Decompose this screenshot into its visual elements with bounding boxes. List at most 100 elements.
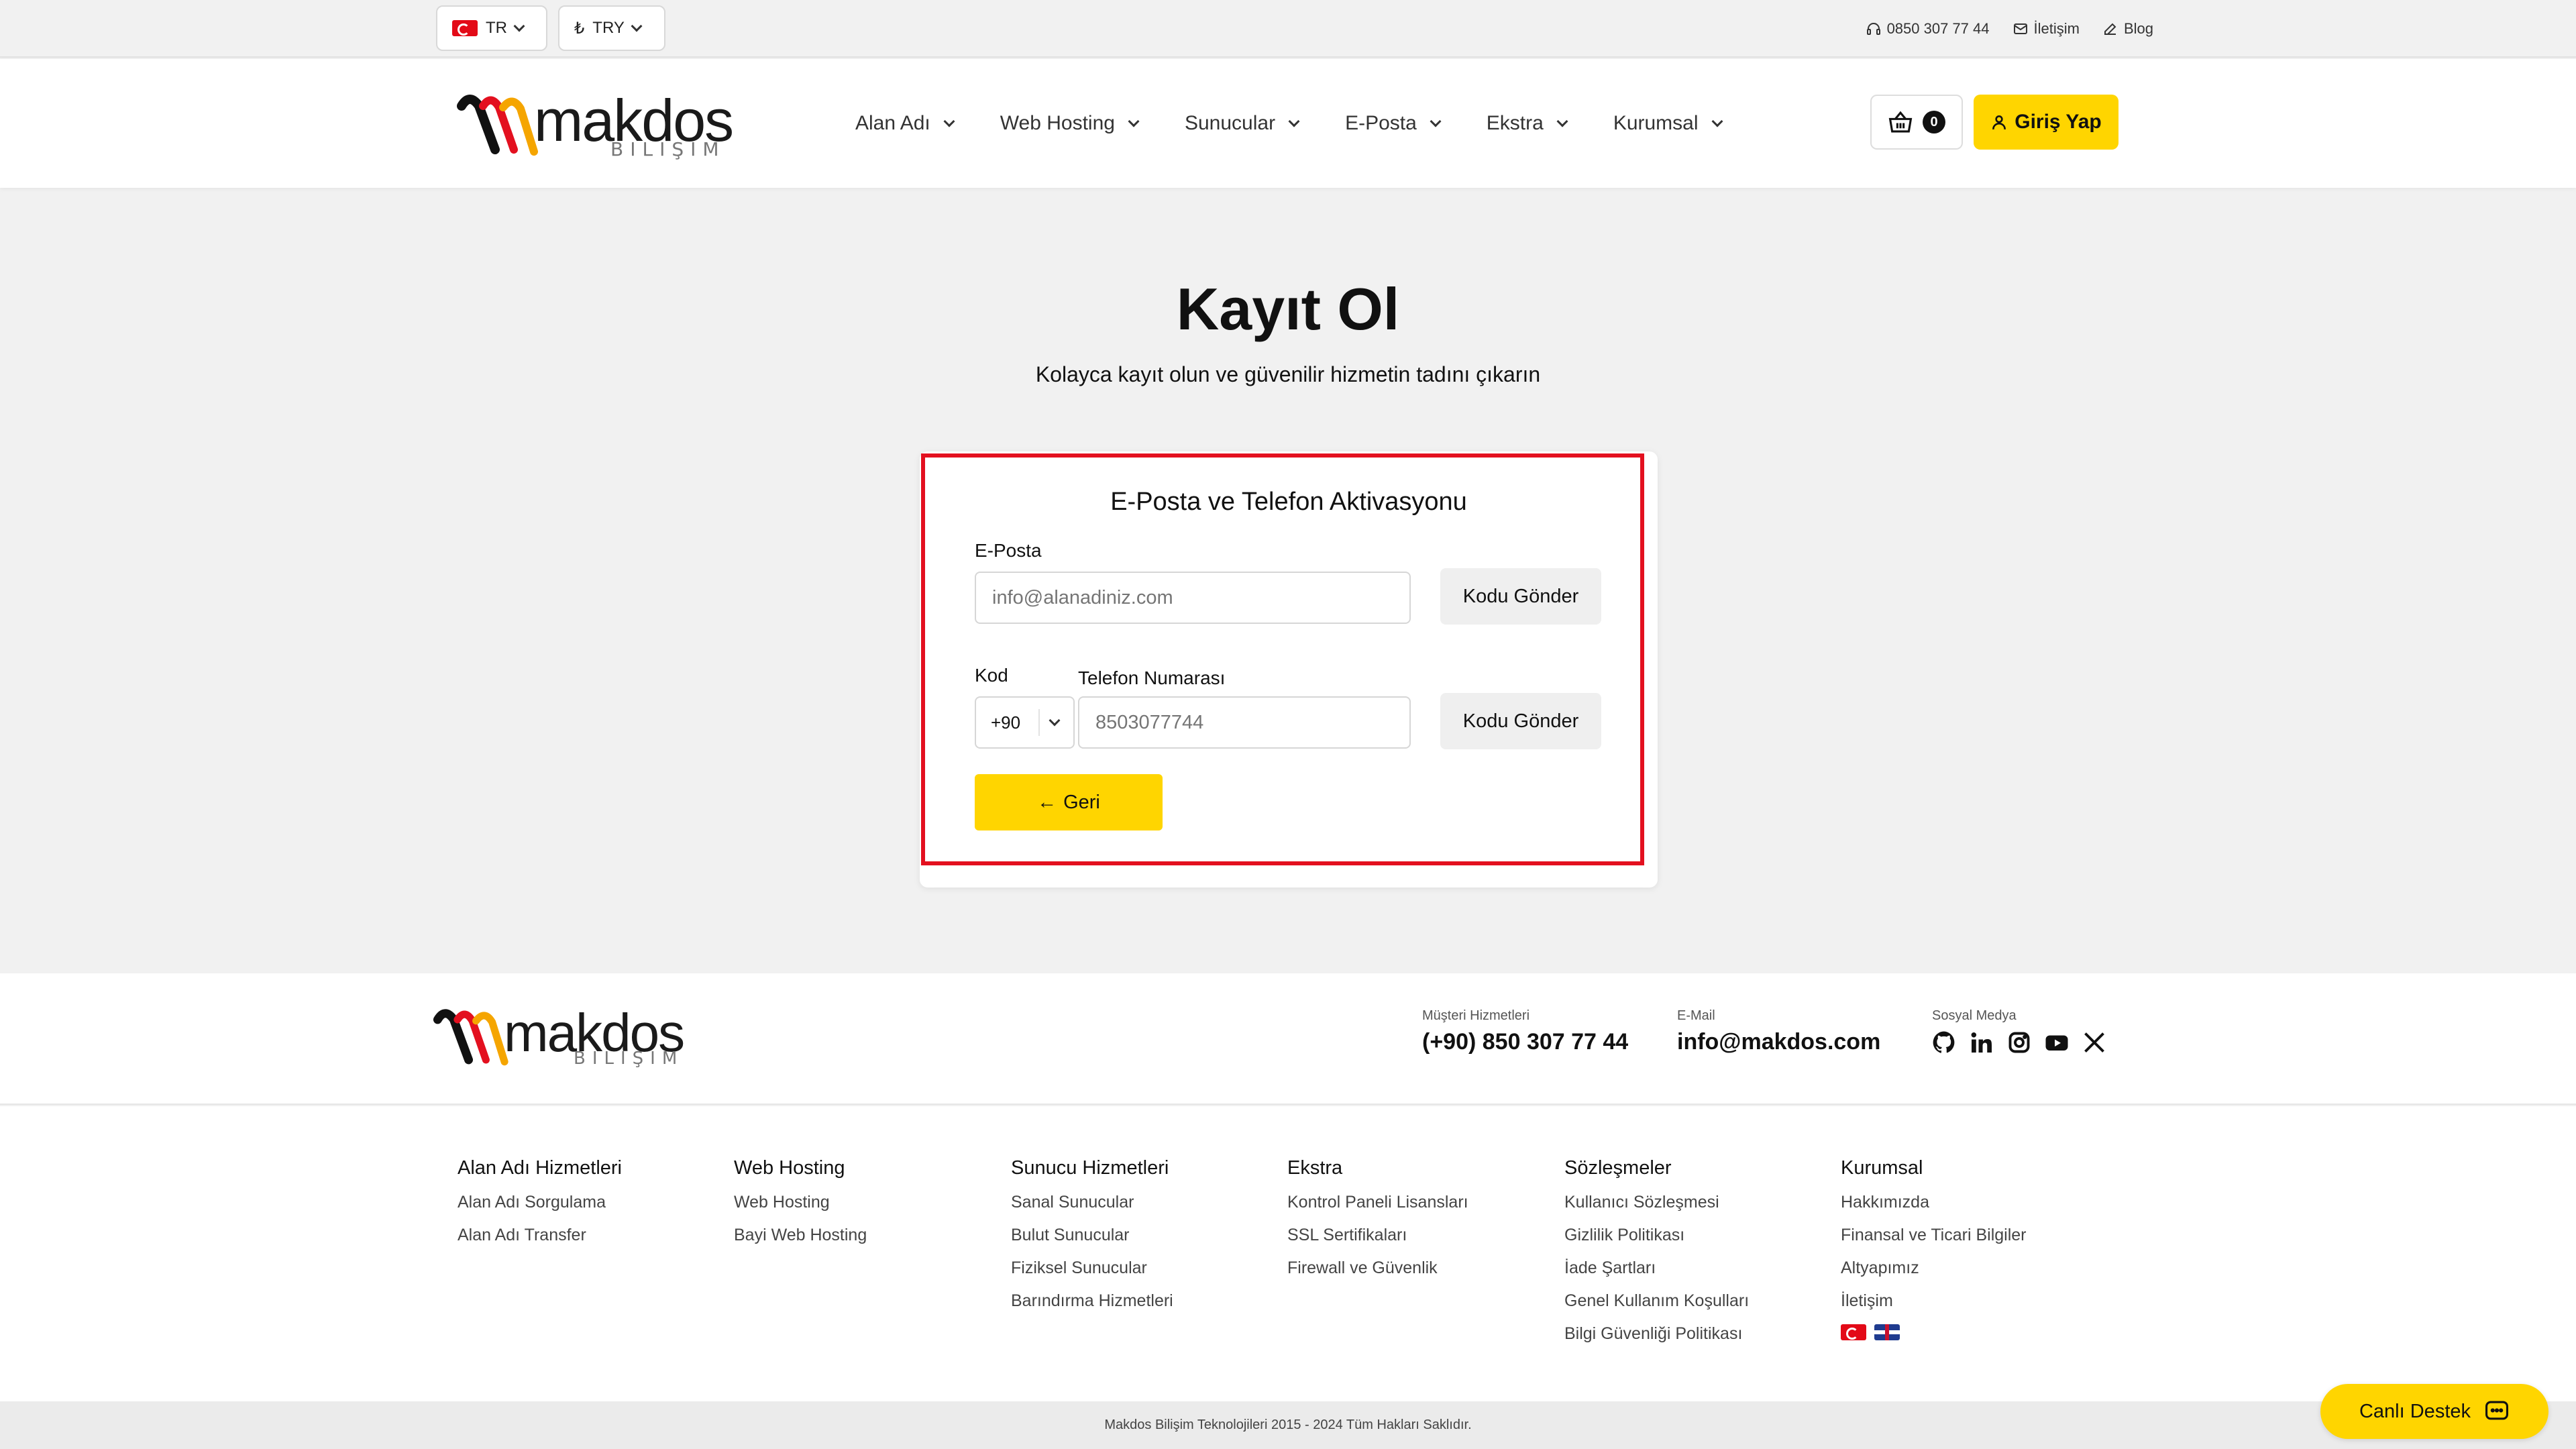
footer-link[interactable]: Genel Kullanım Koşulları (1564, 1291, 1749, 1311)
chevron-down-icon (631, 20, 643, 32)
email-label: E-Posta (975, 540, 1042, 561)
brand-sub: BILIŞIM (610, 138, 726, 160)
login-button[interactable]: Giriş Yap (1974, 95, 2118, 150)
phone-link[interactable]: 0850 307 77 44 (1866, 20, 1990, 38)
live-support-button[interactable]: Canlı Destek (2320, 1384, 2548, 1439)
makdos-logo-mark-icon (457, 95, 538, 156)
nav-label: E-Posta (1345, 112, 1417, 134)
footer-link[interactable]: Alan Adı Transfer (458, 1226, 622, 1245)
uk-flag-icon[interactable] (1874, 1324, 1900, 1340)
nav-item-web-hosting[interactable]: Web Hosting (1000, 112, 1140, 135)
footer-link[interactable]: Bilgi Güvenliği Politikası (1564, 1324, 1749, 1344)
linkedin-icon[interactable] (1970, 1030, 1994, 1055)
x-twitter-icon[interactable] (2082, 1030, 2106, 1055)
turkey-flag-icon (452, 20, 478, 36)
nav-item-email[interactable]: E-Posta (1345, 112, 1442, 135)
main-navbar: makdos BILIŞIM Alan Adı Web Hosting Sunu… (0, 59, 2576, 188)
footer-link[interactable]: Gizlilik Politikası (1564, 1226, 1749, 1245)
footer-link[interactable]: Kullanıcı Sözleşmesi (1564, 1193, 1749, 1212)
turkey-flag-icon[interactable] (1841, 1324, 1866, 1340)
country-code-select[interactable]: +90 (975, 696, 1075, 749)
footer-link[interactable]: Finansal ve Ticari Bilgiler (1841, 1226, 2027, 1245)
footer-col-title: Sunucu Hizmetleri (1011, 1157, 1169, 1179)
language-selector[interactable]: TR (436, 5, 547, 51)
footer-link[interactable]: Fiziksel Sunucular (1011, 1258, 1173, 1278)
nav-item-servers[interactable]: Sunucular (1184, 112, 1300, 135)
footer-col-servers: Sunucu Hizmetleri Sanal Sunucular Bulut … (1011, 1157, 1173, 1324)
back-button[interactable]: ← Geri (975, 774, 1163, 830)
email-input[interactable] (975, 572, 1411, 624)
footer-link[interactable]: Sanal Sunucular (1011, 1193, 1173, 1212)
phone-label: Telefon Numarası (1078, 667, 1226, 688)
footer-col-title: Kurumsal (1841, 1157, 1923, 1179)
makdos-logo-mark-icon (433, 1009, 508, 1066)
footer-link[interactable]: Hakkımızda (1841, 1193, 2027, 1212)
live-support-label: Canlı Destek (2359, 1400, 2471, 1422)
language-label: TR (486, 19, 507, 37)
user-icon (1992, 115, 2006, 129)
chevron-down-icon (513, 20, 525, 32)
back-label: Geri (1063, 791, 1100, 813)
mail-icon (2013, 23, 2027, 34)
blog-link[interactable]: Blog (2102, 20, 2153, 38)
footer-link[interactable]: SSL Sertifikaları (1287, 1226, 1468, 1245)
support-contact: Müşteri Hizmetleri (+90) 850 307 77 44 (1422, 1008, 1628, 1055)
phone-input[interactable] (1078, 696, 1411, 749)
footer-link[interactable]: Firewall ve Güvenlik (1287, 1258, 1468, 1278)
cart-button[interactable]: 0 (1870, 95, 1963, 150)
page-subtitle: Kolayca kayıt olun ve güvenilir hizmetin… (1035, 362, 1541, 386)
footer-links: Alan Adı Hizmetleri Alan Adı Sorgulama A… (0, 1106, 2576, 1401)
footer-link[interactable]: Kontrol Paneli Lisansları (1287, 1193, 1468, 1212)
pencil-icon (2104, 23, 2116, 35)
contact-link[interactable]: İletişim (2012, 20, 2080, 38)
chevron-down-icon (1556, 115, 1568, 127)
footer-link[interactable]: İade Şartları (1564, 1258, 1749, 1278)
chevron-down-icon (1430, 115, 1442, 127)
contact-text: İletişim (2033, 20, 2080, 37)
cart-count-badge: 0 (1923, 111, 1945, 133)
footer-link[interactable]: Altyapımız (1841, 1258, 2027, 1278)
footer-col-corporate: Kurumsal Hakkımızda Finansal ve Ticari B… (1841, 1157, 2027, 1340)
instagram-icon[interactable] (2007, 1030, 2031, 1055)
footer-col-title: Ekstra (1287, 1157, 1343, 1179)
nav-label: Web Hosting (1000, 112, 1115, 134)
top-bar: TR ₺ TRY 0850 307 77 44 İletişim Blog (0, 0, 2576, 58)
send-phone-code-button[interactable]: Kodu Gönder (1440, 693, 1601, 749)
nav-item-extra[interactable]: Ekstra (1486, 112, 1568, 135)
brand-logo[interactable]: makdos BILIŞIM (456, 86, 734, 160)
footer-brand-logo[interactable]: makdos BILIŞIM (433, 1000, 685, 1070)
footer-link[interactable]: Bulut Sunucular (1011, 1226, 1173, 1245)
footer-link[interactable]: Alan Adı Sorgulama (458, 1193, 622, 1212)
youtube-icon[interactable] (2045, 1030, 2069, 1055)
support-value[interactable]: (+90) 850 307 77 44 (1422, 1029, 1628, 1055)
phone-text: 0850 307 77 44 (1886, 20, 1990, 37)
top-links: 0850 307 77 44 İletişim Blog (1866, 0, 2153, 58)
send-email-code-button[interactable]: Kodu Gönder (1440, 568, 1601, 625)
footer-col-domain: Alan Adı Hizmetleri Alan Adı Sorgulama A… (458, 1157, 622, 1258)
nav-label: Ekstra (1486, 112, 1544, 134)
footer-email-value[interactable]: info@makdos.com (1677, 1029, 1880, 1055)
footer-link[interactable]: İletişim (1841, 1291, 2027, 1311)
chat-icon (2485, 1401, 2508, 1420)
support-label: Müşteri Hizmetleri (1422, 1008, 1530, 1023)
nav-label: Sunucular (1184, 112, 1276, 134)
page-title: Kayıt Ol (1176, 276, 1400, 342)
footer-col-title: Web Hosting (734, 1157, 845, 1179)
footer-link[interactable]: Barındırma Hizmetleri (1011, 1291, 1173, 1311)
arrow-left-icon: ← (1037, 791, 1057, 813)
chevron-down-icon (1288, 115, 1300, 127)
footer-col-web-hosting: Web Hosting Web Hosting Bayi Web Hosting (734, 1157, 867, 1258)
login-label: Giriş Yap (2015, 111, 2102, 133)
currency-selector[interactable]: ₺ TRY (558, 5, 665, 51)
copyright-text: Makdos Bilişim Teknolojileri 2015 - 2024… (0, 1401, 2576, 1449)
github-icon[interactable] (1932, 1030, 1956, 1055)
footer-link[interactable]: Bayi Web Hosting (734, 1226, 867, 1245)
footer-link[interactable]: Web Hosting (734, 1193, 867, 1212)
lira-icon: ₺ (574, 19, 585, 38)
chevron-down-icon (1049, 714, 1061, 727)
footer-col-contracts: Sözleşmeler Kullanıcı Sözleşmesi Gizlili… (1564, 1157, 1749, 1357)
nav-item-corporate[interactable]: Kurumsal (1613, 112, 1723, 135)
nav-item-domain[interactable]: Alan Adı (855, 112, 955, 135)
email-contact: E-Mail info@makdos.com (1677, 1008, 1880, 1055)
currency-label: TRY (592, 19, 625, 37)
